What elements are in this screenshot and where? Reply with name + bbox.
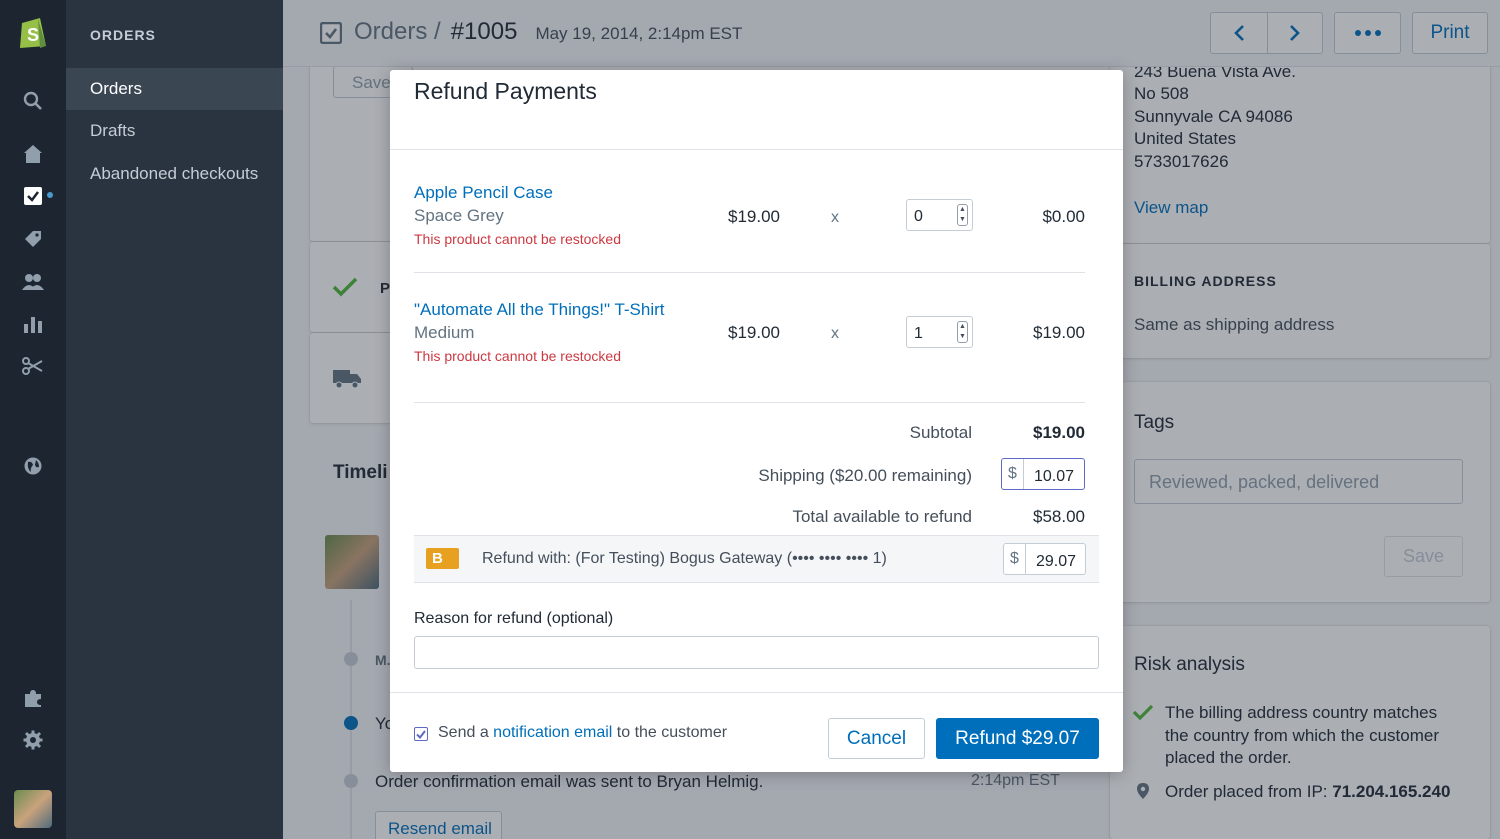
orders-icon[interactable]: [21, 184, 45, 208]
notify-text-post: to the customer: [616, 724, 728, 741]
cancel-button[interactable]: Cancel: [828, 718, 925, 759]
subnav-title: ORDERS: [90, 27, 156, 43]
icon-rail: S: [0, 0, 66, 839]
line-item-variant: Space Grey: [414, 206, 504, 225]
notification-dot: [47, 192, 53, 198]
products-tag-icon[interactable]: [21, 227, 45, 251]
divider: [390, 692, 1123, 693]
refund-button[interactable]: Refund $29.07: [936, 718, 1099, 759]
available-to-refund-label: Total available to refund: [792, 507, 972, 526]
line-item-price: $19.00: [728, 323, 780, 342]
notify-customer-label: Send a notification email to the custome…: [438, 724, 727, 742]
available-to-refund-value: $58.00: [1033, 507, 1085, 526]
reports-icon[interactable]: [21, 312, 45, 336]
spinner-arrows-icon[interactable]: ▲ ▼: [957, 204, 968, 226]
user-avatar[interactable]: [14, 790, 52, 828]
subtotal-value: $19.00: [1033, 423, 1085, 442]
bogus-gateway-icon: B: [426, 548, 459, 569]
multiply-sign: x: [831, 209, 839, 226]
globe-icon[interactable]: [21, 454, 45, 478]
orders-subnav: ORDERS Orders Drafts Abandoned checkouts: [66, 0, 283, 839]
svg-text:S: S: [27, 25, 39, 45]
quantity-stepper[interactable]: 0 ▲ ▼: [906, 199, 973, 231]
customers-icon[interactable]: [21, 270, 45, 294]
divider: [390, 149, 1123, 150]
apps-puzzle-icon[interactable]: [21, 686, 45, 710]
subnav-item-abandoned-checkouts[interactable]: Abandoned checkouts: [66, 153, 283, 195]
restock-warning: This product cannot be restocked: [414, 348, 622, 364]
checkmark-icon: [416, 729, 426, 739]
notify-customer-checkbox[interactable]: [414, 727, 428, 741]
refund-method-row: B Refund with: (For Testing) Bogus Gatew…: [414, 535, 1099, 583]
refund-amount-value: 29.07: [1036, 553, 1077, 570]
line-item-refund-total: $19.00: [1033, 323, 1085, 342]
quantity-value: 1: [914, 325, 923, 342]
line-item-variant: Medium: [414, 323, 475, 342]
multiply-sign: x: [831, 325, 839, 342]
refund-reason-input[interactable]: [414, 636, 1099, 669]
line-item-price: $19.00: [728, 207, 780, 226]
divider: [414, 402, 1085, 403]
home-icon[interactable]: [21, 142, 45, 166]
subnav-item-drafts[interactable]: Drafts: [66, 110, 283, 152]
search-icon[interactable]: [21, 89, 45, 113]
line-item-name-link[interactable]: Apple Pencil Case: [414, 183, 553, 203]
shopify-logo-icon[interactable]: S: [16, 14, 50, 50]
discounts-icon[interactable]: [21, 354, 45, 378]
shipping-refund-value: 10.07: [1034, 468, 1075, 485]
refund-payments-modal: Refund Payments Apple Pencil Case Space …: [390, 70, 1123, 772]
refund-with-text: Refund with: (For Testing) Bogus Gateway…: [482, 550, 887, 567]
divider: [414, 272, 1085, 273]
currency-prefix: $: [1004, 544, 1026, 574]
shipping-refund-input[interactable]: $ 10.07: [1001, 458, 1085, 490]
notify-text-pre: Send a: [438, 724, 489, 741]
settings-gear-icon[interactable]: [21, 728, 45, 752]
line-item-refund-total: $0.00: [1042, 207, 1085, 226]
quantity-stepper[interactable]: 1 ▲ ▼: [906, 316, 973, 348]
shipping-label: Shipping ($20.00 remaining): [758, 466, 972, 485]
line-item-name-link[interactable]: "Automate All the Things!" T-Shirt: [414, 300, 665, 320]
notification-email-link[interactable]: notification email: [493, 724, 612, 741]
spinner-arrows-icon[interactable]: ▲ ▼: [957, 321, 968, 343]
subtotal-label: Subtotal: [909, 423, 972, 442]
refund-amount-input[interactable]: $ 29.07: [1003, 543, 1086, 575]
currency-prefix: $: [1002, 459, 1024, 489]
quantity-value: 0: [914, 208, 923, 225]
subnav-item-orders[interactable]: Orders: [66, 68, 283, 110]
refund-reason-label: Reason for refund (optional): [414, 610, 614, 627]
modal-title: Refund Payments: [414, 78, 597, 104]
restock-warning: This product cannot be restocked: [414, 231, 622, 247]
